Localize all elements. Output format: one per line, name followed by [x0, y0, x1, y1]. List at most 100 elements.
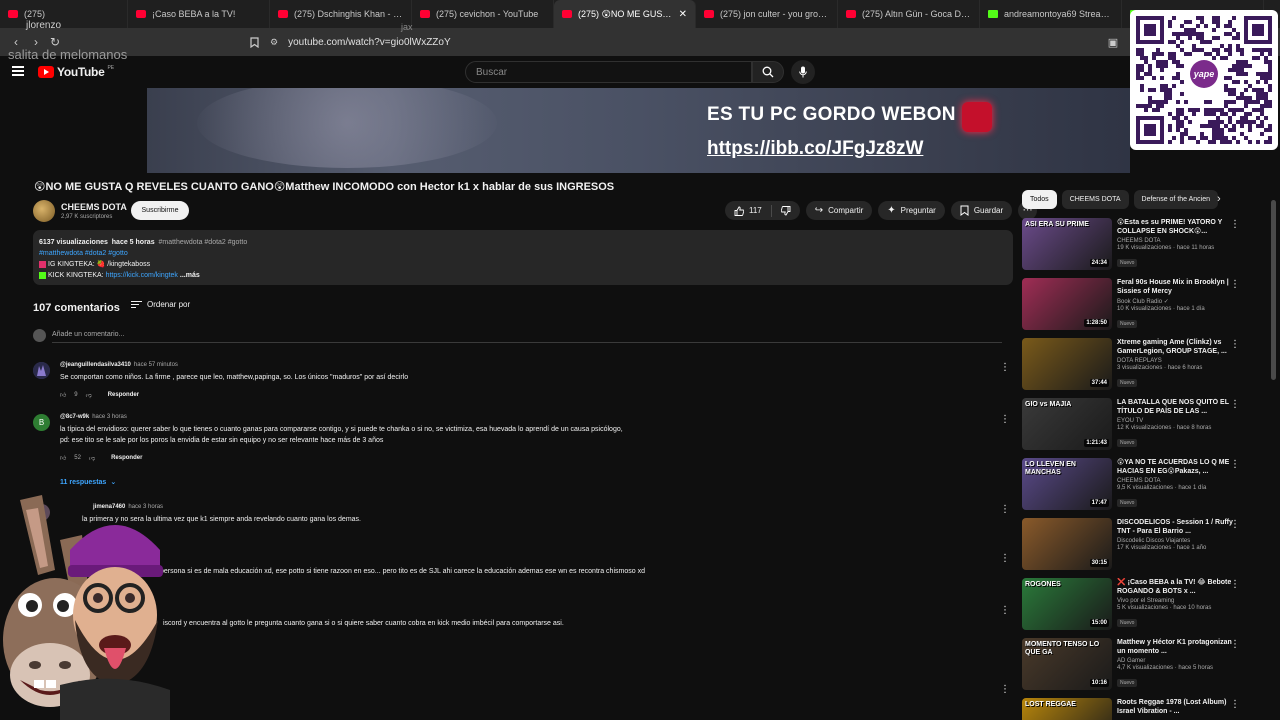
- recommended-video[interactable]: ASI ERA SU PRIME 24:34 😲Esta es su PRIME! …: [1022, 218, 1252, 274]
- add-comment-input[interactable]: Añade un comentario...: [52, 331, 1002, 343]
- video-title[interactable]: 😲YA NO TE ACUERDAS LO Q ME HACIAS EN EG😲…: [1117, 458, 1237, 476]
- video-more-icon[interactable]: ⋮: [1230, 399, 1240, 410]
- recommended-video[interactable]: LO LLEVEN EN MANCHAS 17:47 😲YA NO TE ACUER…: [1022, 458, 1252, 514]
- recommended-video[interactable]: MOMENTO TENSO LO QUE GA 10:16 Matthew y Hé…: [1022, 638, 1252, 694]
- save-button[interactable]: Guardar: [950, 201, 1013, 220]
- video-description[interactable]: 6137 visualizaciones hace 5 horas #matth…: [33, 230, 1013, 285]
- recommended-video[interactable]: LOST REGGAE Roots Reggae 1978 (Lost Album…: [1022, 698, 1252, 720]
- comment-more-icon[interactable]: ⋮: [1000, 684, 1010, 695]
- video-title[interactable]: Xtreme gaming Ame (Clinkz) vs GamerLegio…: [1117, 338, 1237, 356]
- video-more-icon[interactable]: ⋮: [1230, 219, 1240, 230]
- filter-chip[interactable]: Todos: [1022, 190, 1057, 209]
- video-thumbnail[interactable]: MOMENTO TENSO LO QUE GA 10:16: [1022, 638, 1112, 690]
- comment-more-icon[interactable]: ⋮: [1000, 605, 1010, 616]
- page-scrollbar[interactable]: [1271, 200, 1276, 380]
- site-info-icon[interactable]: ⚙: [270, 37, 278, 48]
- video-thumbnail[interactable]: 30:15: [1022, 518, 1112, 570]
- comment-more-icon[interactable]: ⋮: [1000, 504, 1010, 515]
- address-bar[interactable]: ⚙ youtube.com/watch?v=gio0lWxZZoY: [270, 32, 1130, 52]
- comment-avatar[interactable]: [33, 362, 50, 379]
- comment-more-icon[interactable]: ⋮: [1000, 553, 1010, 564]
- like-button[interactable]: 117: [725, 206, 771, 216]
- comment-text-partial: persona si es de mala educación xd, ese …: [160, 568, 645, 575]
- video-title[interactable]: LA BATALLA QUE NOS QUITÓ EL TÍTULO DE PA…: [1117, 398, 1237, 416]
- video-thumbnail[interactable]: 37:44: [1022, 338, 1112, 390]
- youtube-favicon-icon: [420, 10, 430, 18]
- video-title[interactable]: DISCODELICOS - Session 1 / Ruffy TNT - P…: [1117, 518, 1237, 536]
- comment-dislike-icon[interactable]: 👎︎: [89, 454, 95, 462]
- comment-more-icon[interactable]: ⋮: [1000, 414, 1010, 425]
- browser-tab[interactable]: ¡Caso BEBA a la TV!: [128, 0, 270, 28]
- browser-tab[interactable]: (275) cevichon - YouTube: [412, 0, 554, 28]
- recommended-video[interactable]: 30:15 DISCODELICOS - Session 1 / Ruffy TN…: [1022, 518, 1252, 574]
- thumbnail-text: ASI ERA SU PRIME: [1025, 221, 1089, 228]
- video-title[interactable]: Matthew y Héctor K1 protagonizan un mome…: [1117, 638, 1237, 656]
- thumbnail-text: MOMENTO TENSO LO QUE GA: [1025, 641, 1100, 656]
- video-more-icon[interactable]: ⋮: [1230, 579, 1240, 590]
- video-more-icon[interactable]: ⋮: [1230, 519, 1240, 530]
- menu-icon[interactable]: [12, 66, 24, 76]
- comment-dislike-icon[interactable]: 👎︎: [86, 391, 92, 399]
- share-button[interactable]: ↪ Compartir: [805, 201, 873, 220]
- sidebar-toggle-icon[interactable]: ▣: [1106, 35, 1120, 49]
- close-tab-icon[interactable]: ✕: [679, 9, 687, 20]
- description-hashtags[interactable]: #matthewdota #dota2 #gotto: [39, 248, 1007, 259]
- comment-author[interactable]: @jeanguillendasilva3410: [60, 362, 131, 368]
- video-more-icon[interactable]: ⋮: [1230, 339, 1240, 350]
- video-thumbnail[interactable]: ASI ERA SU PRIME 24:34: [1022, 218, 1112, 270]
- channel-avatar[interactable]: [33, 200, 55, 222]
- video-player[interactable]: ES TU PC GORDO WEBON https://ibb.co/JFgJ…: [147, 88, 1130, 173]
- video-title[interactable]: Roots Reggae 1978 (Lost Album) Israel Vi…: [1117, 698, 1237, 716]
- browser-tab[interactable]: (275): [0, 0, 128, 28]
- subscribe-button[interactable]: Suscribirme: [131, 201, 189, 220]
- kick-favicon-icon: [988, 10, 998, 18]
- video-more-icon[interactable]: ⋮: [1230, 459, 1240, 470]
- video-thumbnail[interactable]: GIO vs MAJIA 1:21:43: [1022, 398, 1112, 450]
- search-button[interactable]: [752, 61, 784, 83]
- description-more-button[interactable]: ...más: [180, 272, 200, 279]
- voice-search-button[interactable]: [791, 60, 815, 84]
- video-title[interactable]: ❌ ¡Caso BEBA a la TV! 😂 Bebote ROGANDO &…: [1117, 578, 1237, 596]
- comment-time[interactable]: hace 3 horas: [92, 414, 127, 420]
- browser-tab-title: (275) cevichon - YouTube: [436, 9, 539, 19]
- reply-button[interactable]: Responder: [111, 455, 142, 461]
- video-thumbnail[interactable]: ROGONES 15:00: [1022, 578, 1112, 630]
- sort-comments-button[interactable]: Ordenar por: [131, 300, 190, 309]
- recommended-video[interactable]: ROGONES 15:00 ❌ ¡Caso BEBA a la TV! 😂 Bebo…: [1022, 578, 1252, 634]
- view-count: 6137 visualizaciones: [39, 239, 108, 246]
- youtube-logo[interactable]: YouTube PE: [38, 65, 114, 79]
- browser-tab[interactable]: andreamontoya69 Stream - Wa: [980, 0, 1122, 28]
- browser-tab[interactable]: (275) jon culter - you groove m: [696, 0, 838, 28]
- video-more-icon[interactable]: ⋮: [1230, 639, 1240, 650]
- filter-chip[interactable]: CHEEMS DOTA: [1061, 190, 1129, 209]
- recommended-video[interactable]: GIO vs MAJIA 1:21:43 LA BATALLA QUE NOS QU…: [1022, 398, 1252, 454]
- reply-button[interactable]: Responder: [108, 392, 139, 398]
- video-thumbnail[interactable]: LOST REGGAE: [1022, 698, 1112, 720]
- comment-more-icon[interactable]: ⋮: [1000, 362, 1010, 373]
- video-more-icon[interactable]: ⋮: [1230, 279, 1240, 290]
- video-title[interactable]: 😲Esta es su PRIME! YATORO Y COLLAPSE EN …: [1117, 218, 1237, 236]
- ask-button[interactable]: ✦ Preguntar: [878, 201, 945, 220]
- video-thumbnail[interactable]: LO LLEVEN EN MANCHAS 17:47: [1022, 458, 1112, 510]
- comment-author[interactable]: @8c7-w9k: [60, 414, 89, 420]
- filter-chip[interactable]: Defense of the Ancien: [1133, 190, 1219, 209]
- browser-tab[interactable]: (275) 😲NO ME GUSTA Q ✕: [554, 0, 696, 28]
- video-duration: 1:21:43: [1084, 439, 1109, 447]
- browser-tab[interactable]: (275) Altın Gün - Goca Dünya: [838, 0, 980, 28]
- dislike-button[interactable]: [772, 205, 800, 216]
- video-title[interactable]: Feral 90s House Mix in Brooklyn | Sissie…: [1117, 278, 1237, 296]
- comment-avatar[interactable]: B: [33, 414, 50, 431]
- comment-like-icon[interactable]: 👍︎: [60, 391, 66, 399]
- search-input[interactable]: Buscar: [465, 61, 752, 83]
- recommended-video[interactable]: 37:44 Xtreme gaming Ame (Clinkz) vs Gamer…: [1022, 338, 1252, 394]
- recommended-video[interactable]: 1:28:50 Feral 90s House Mix in Brooklyn |…: [1022, 278, 1252, 334]
- video-more-icon[interactable]: ⋮: [1230, 699, 1240, 710]
- video-thumbnail[interactable]: 1:28:50: [1022, 278, 1112, 330]
- chevron-right-icon[interactable]: ›: [1217, 193, 1221, 205]
- kick-link[interactable]: https://kick.com/kingtek: [106, 272, 178, 279]
- channel-name[interactable]: CHEEMS DOTA: [61, 202, 127, 212]
- comment-time[interactable]: hace 57 minutos: [134, 362, 178, 368]
- browser-tab[interactable]: (275) Dschinghis Khan - Dschi: [270, 0, 412, 28]
- comment-like-icon[interactable]: 👍︎: [60, 454, 66, 462]
- bookmark-icon[interactable]: [244, 32, 264, 52]
